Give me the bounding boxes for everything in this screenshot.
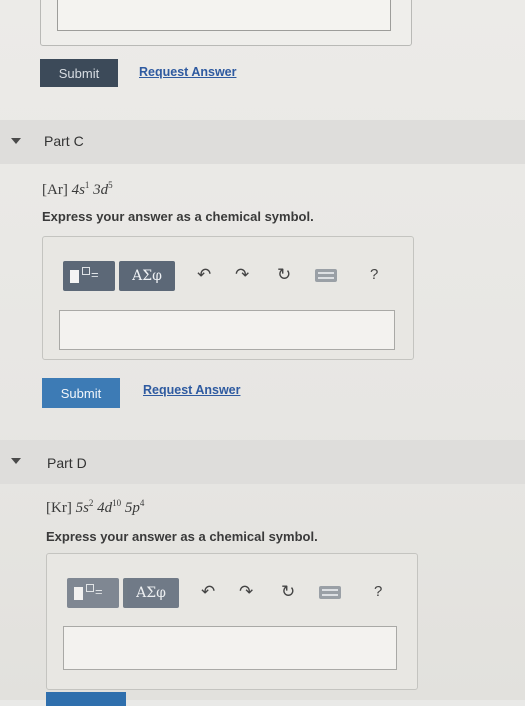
part-d-header[interactable]: Part D xyxy=(0,440,525,484)
greek-symbols-button[interactable]: ΑΣφ xyxy=(123,578,179,608)
previous-answer-editor xyxy=(40,0,412,46)
part-c-header[interactable]: Part C xyxy=(0,120,525,164)
part-d-instruction: Express your answer as a chemical symbol… xyxy=(46,529,318,544)
reset-icon[interactable]: ↻ xyxy=(277,265,291,285)
orbital-label: 4d xyxy=(97,500,113,516)
submit-button-part-b[interactable]: Submit xyxy=(40,59,118,87)
orbital-label: 5p xyxy=(124,500,140,516)
orbital-label: 3d xyxy=(93,182,109,198)
orbital-exponent: 2 xyxy=(88,498,94,508)
redo-icon[interactable]: ↷ xyxy=(235,265,249,285)
orbital-term: 4s1 xyxy=(71,180,90,198)
core-symbol: [Kr] xyxy=(46,500,72,516)
orbital-exponent: 4 xyxy=(139,498,145,508)
screen: Submit Request Answer Part C [Ar] 4s1 3d… xyxy=(0,0,525,706)
help-icon[interactable]: ? xyxy=(370,266,378,283)
math-toolbar: = ΑΣφ ↶ ↷ ↻ ? xyxy=(63,259,393,293)
orbital-exponent: 10 xyxy=(112,498,122,508)
submit-button-part-d[interactable] xyxy=(46,692,126,706)
undo-icon[interactable]: ↶ xyxy=(201,582,215,602)
keyboard-icon[interactable] xyxy=(315,269,337,282)
keyboard-icon[interactable] xyxy=(319,586,341,599)
chevron-down-icon xyxy=(11,138,21,144)
orbital-label: 5s xyxy=(75,500,89,516)
previous-answer-input[interactable] xyxy=(57,0,391,31)
part-c-title: Part C xyxy=(44,133,84,149)
part-c-electron-config: [Ar] 4s1 3d5 xyxy=(42,180,113,199)
undo-icon[interactable]: ↶ xyxy=(197,265,211,285)
submit-button-part-c[interactable]: Submit xyxy=(42,378,120,408)
core-symbol: [Ar] xyxy=(42,182,68,198)
math-toolbar: = ΑΣφ ↶ ↷ ↻ ? xyxy=(67,576,397,610)
part-c-answer-input[interactable] xyxy=(59,310,395,350)
template-icon[interactable]: = xyxy=(67,578,119,608)
orbital-term: 3d5 xyxy=(93,180,113,198)
redo-icon[interactable]: ↷ xyxy=(239,582,253,602)
orbital-label: 4s xyxy=(71,182,85,198)
orbital-exponent: 5 xyxy=(108,180,113,190)
part-d-answer-input[interactable] xyxy=(63,626,397,670)
orbital-exponent: 1 xyxy=(84,180,90,190)
request-answer-link-part-b[interactable]: Request Answer xyxy=(139,65,236,79)
help-icon[interactable]: ? xyxy=(374,583,382,600)
greek-symbols-button[interactable]: ΑΣφ xyxy=(119,261,175,291)
part-d-title: Part D xyxy=(47,455,87,471)
orbital-term: 5s2 xyxy=(75,498,94,516)
chevron-down-icon xyxy=(11,458,21,464)
part-d-answer-editor: = ΑΣφ ↶ ↷ ↻ ? xyxy=(46,553,418,690)
orbital-term: 5p4 xyxy=(124,498,145,516)
orbital-term: 4d10 xyxy=(97,498,122,516)
template-icon[interactable]: = xyxy=(63,261,115,291)
reset-icon[interactable]: ↻ xyxy=(281,582,295,602)
part-c-instruction: Express your answer as a chemical symbol… xyxy=(42,209,314,224)
part-d-electron-config: [Kr] 5s2 4d10 5p4 xyxy=(46,498,144,517)
part-c-answer-editor: = ΑΣφ ↶ ↷ ↻ ? xyxy=(42,236,414,360)
request-answer-link-part-c[interactable]: Request Answer xyxy=(143,383,240,397)
